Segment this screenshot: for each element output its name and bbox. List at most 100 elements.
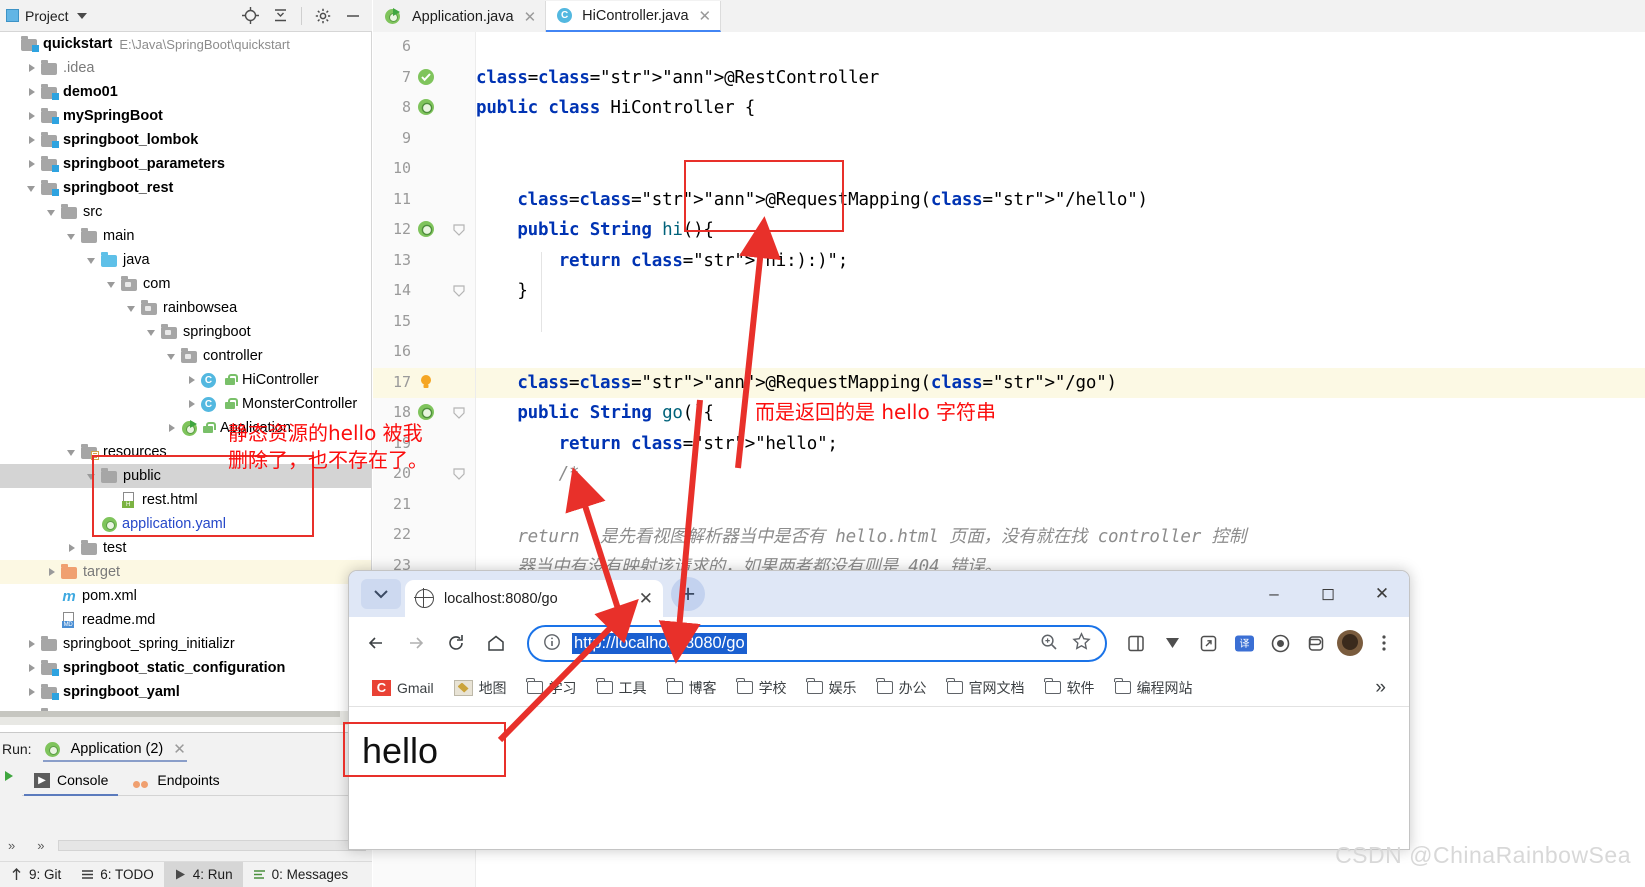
- code-line[interactable]: return class="str">"hi:):)";: [476, 246, 1645, 277]
- address-bar[interactable]: http://localhost:8080/go: [527, 624, 1107, 662]
- bookmarks-bar[interactable]: C Gmail 地图 学习 工具 博客 学校 娱乐 办公 官网文档 软件 编程网站 »: [349, 669, 1409, 707]
- tree-toggle-open-icon[interactable]: [26, 182, 38, 194]
- code-line[interactable]: [476, 32, 1645, 63]
- collapse-all-icon[interactable]: [271, 7, 289, 25]
- tree-toggle-open-icon[interactable]: [126, 302, 138, 314]
- more-menu-icon[interactable]: [1369, 628, 1399, 658]
- tree-item-src[interactable]: src: [0, 200, 371, 224]
- site-info-icon[interactable]: [543, 633, 561, 654]
- tree-item-springboot-spring-initializr[interactable]: springboot_spring_initializr: [0, 632, 371, 656]
- scrollbar-thumb[interactable]: [0, 711, 340, 717]
- tree-toggle-closed-icon[interactable]: [26, 686, 38, 698]
- maximize-window-button[interactable]: ◻: [1301, 571, 1355, 617]
- tree-toggle-open-icon[interactable]: [46, 206, 58, 218]
- run-subtab-endpoints[interactable]: Endpoints: [122, 765, 229, 796]
- settings-gear-icon[interactable]: [314, 7, 332, 25]
- tree-toggle-open-icon[interactable]: [86, 254, 98, 266]
- tree-toggle-closed-icon[interactable]: [186, 374, 198, 386]
- project-tree[interactable]: quickstart E:\Java\SpringBoot\quickstart.…: [0, 32, 372, 732]
- extension-circle-icon[interactable]: [1265, 628, 1295, 658]
- tree-item-monstercontroller[interactable]: C MonsterController: [0, 392, 371, 416]
- tree-toggle-closed-icon[interactable]: [26, 134, 38, 146]
- close-window-button[interactable]: ✕: [1355, 571, 1409, 617]
- bookmark-地图[interactable]: 地图: [445, 673, 516, 703]
- expand-icon[interactable]: »: [23, 838, 58, 853]
- tree-toggle-open-icon[interactable]: [166, 350, 178, 362]
- code-fold-icon[interactable]: [453, 407, 465, 419]
- code-line[interactable]: [476, 124, 1645, 155]
- share-icon[interactable]: [1193, 628, 1223, 658]
- download-icon[interactable]: [1157, 628, 1187, 658]
- new-tab-button[interactable]: +: [671, 577, 705, 611]
- run-configuration-tab[interactable]: Application (2) ✕: [38, 740, 192, 762]
- tree-item-springboot-rest[interactable]: springboot_rest: [0, 176, 371, 200]
- tree-item-pom-xml[interactable]: m pom.xml: [0, 584, 371, 608]
- code-line[interactable]: /*: [476, 459, 1645, 490]
- minimize-window-button[interactable]: –: [1247, 571, 1301, 617]
- url-text[interactable]: http://localhost:8080/go: [572, 632, 747, 654]
- code-fold-icon[interactable]: [453, 224, 465, 236]
- bean-class-icon[interactable]: [417, 98, 435, 116]
- tree-item-main[interactable]: main: [0, 224, 371, 248]
- reload-icon[interactable]: [439, 626, 473, 660]
- tree-item--idea[interactable]: .idea: [0, 56, 371, 80]
- chevron-down-icon[interactable]: [76, 12, 87, 19]
- tree-toggle-closed-icon[interactable]: [186, 398, 198, 410]
- ide-status-bar[interactable]: 9: Git 6: TODO 4: Run 0: Messages: [0, 861, 372, 887]
- code-line[interactable]: public String go(){: [476, 398, 1645, 429]
- profile-avatar[interactable]: [1337, 630, 1363, 656]
- tree-toggle-closed-icon[interactable]: [26, 662, 38, 674]
- code-line[interactable]: class=class="str">"ann">@RestController: [476, 63, 1645, 94]
- bookmark-gmail[interactable]: C Gmail: [363, 673, 443, 703]
- code-line[interactable]: [476, 154, 1645, 185]
- locate-icon[interactable]: [241, 7, 259, 25]
- tree-item-springboot[interactable]: springboot: [0, 320, 371, 344]
- code-fold-icon[interactable]: [453, 285, 465, 297]
- status-bar-6-todo[interactable]: 6: TODO: [71, 862, 164, 887]
- mapping-icon[interactable]: [417, 220, 435, 238]
- bookmark-娱乐[interactable]: 娱乐: [798, 673, 866, 703]
- tree-toggle-closed-icon[interactable]: [46, 566, 58, 578]
- close-tab-icon[interactable]: ✕: [639, 589, 653, 609]
- console-scrollbar[interactable]: [58, 839, 366, 851]
- code-line[interactable]: public class HiController {: [476, 93, 1645, 124]
- bookmark-学习[interactable]: 学习: [518, 673, 586, 703]
- tree-item-demo01[interactable]: demo01: [0, 80, 371, 104]
- bookmark-软件[interactable]: 软件: [1036, 673, 1104, 703]
- tree-toggle-closed-icon[interactable]: [66, 542, 78, 554]
- code-line[interactable]: }: [476, 276, 1645, 307]
- bookmark-博客[interactable]: 博客: [658, 673, 726, 703]
- minimize-icon[interactable]: [344, 7, 362, 25]
- tree-toggle-open-icon[interactable]: [106, 278, 118, 290]
- code-fold-icon[interactable]: [453, 468, 465, 480]
- bookmark-学校[interactable]: 学校: [728, 673, 796, 703]
- home-icon[interactable]: [479, 626, 513, 660]
- bookmark-官网文档[interactable]: 官网文档: [938, 673, 1034, 703]
- tree-item-springboot-yaml[interactable]: springboot_yaml: [0, 680, 371, 704]
- tree-item-hicontroller[interactable]: C HiController: [0, 368, 371, 392]
- code-line[interactable]: class=class="str">"ann">@RequestMapping(…: [476, 367, 1645, 398]
- status-bar-9-git[interactable]: 9: Git: [0, 862, 71, 887]
- editor-tab-hicontroller-java[interactable]: C HiController.java ✕: [546, 1, 722, 32]
- close-tab-icon[interactable]: ✕: [524, 8, 537, 26]
- tree-toggle-open-icon[interactable]: [66, 230, 78, 242]
- code-line[interactable]: return 是先看视图解析器当中是否有 hello.html 页面，没有就在找…: [476, 520, 1645, 551]
- zoom-icon[interactable]: [1040, 633, 1058, 654]
- split-screen-icon[interactable]: [1121, 628, 1151, 658]
- tree-item-myspringboot[interactable]: mySpringBoot: [0, 104, 371, 128]
- close-icon[interactable]: ✕: [173, 740, 186, 758]
- tree-toggle-closed-icon[interactable]: [26, 110, 38, 122]
- expand-left-icon[interactable]: »: [0, 838, 23, 853]
- tree-item-quickstart[interactable]: quickstart E:\Java\SpringBoot\quickstart: [0, 32, 371, 56]
- bulb-icon[interactable]: [417, 373, 435, 391]
- tree-item-springboot-lombok[interactable]: springboot_lombok: [0, 128, 371, 152]
- tab-search-icon[interactable]: [361, 579, 401, 609]
- tree-item-target[interactable]: target: [0, 560, 371, 584]
- back-arrow-icon[interactable]: [359, 626, 393, 660]
- tree-item-controller[interactable]: controller: [0, 344, 371, 368]
- tree-item-springboot-parameters[interactable]: springboot_parameters: [0, 152, 371, 176]
- tree-item-java[interactable]: java: [0, 248, 371, 272]
- mapping-icon[interactable]: [417, 403, 435, 421]
- bookmarks-overflow-button[interactable]: »: [1366, 673, 1395, 703]
- status-bar-4-run[interactable]: 4: Run: [163, 861, 243, 887]
